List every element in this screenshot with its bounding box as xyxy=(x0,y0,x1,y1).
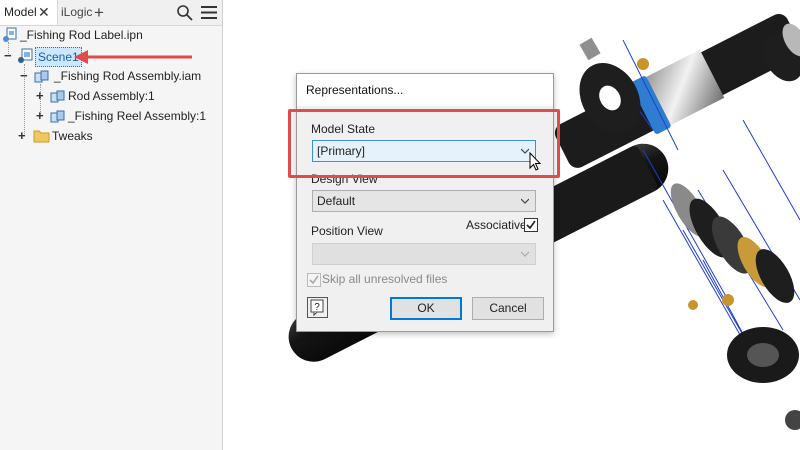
associative-label: Associative xyxy=(466,218,527,232)
collapse-icon[interactable]: − xyxy=(20,67,28,85)
checkmark-icon xyxy=(526,220,536,230)
cancel-button[interactable]: Cancel xyxy=(472,297,544,320)
associative-checkbox[interactable] xyxy=(524,218,538,232)
tab-ilogic-label: iLogic xyxy=(61,5,93,19)
design-view-value: Default xyxy=(317,194,356,208)
tree-item-reel-assembly-label: _Fishing Reel Assembly:1 xyxy=(68,109,207,123)
tree-item-tweaks-label: Tweaks xyxy=(52,129,93,143)
model-browser-panel: Model ✕ iLogic + _Fishing Rod Label.ipn … xyxy=(0,0,223,450)
tree-item-assembly-label: _Fishing Rod Assembly.iam xyxy=(54,69,202,83)
scene-icon xyxy=(18,48,33,63)
tab-ilogic[interactable]: iLogic xyxy=(58,0,92,25)
tab-model[interactable]: Model ✕ xyxy=(0,0,58,25)
checkmark-icon xyxy=(309,275,319,285)
assembly-icon xyxy=(50,110,65,123)
search-icon[interactable] xyxy=(176,4,193,21)
expand-icon[interactable]: + xyxy=(36,107,44,125)
add-tab-icon[interactable]: + xyxy=(94,0,104,25)
close-icon[interactable]: ✕ xyxy=(38,0,50,25)
assembly-icon xyxy=(50,90,65,103)
help-icon: ? xyxy=(310,299,324,317)
annotation-highlight-box xyxy=(288,109,560,178)
folder-icon xyxy=(33,130,50,143)
tree-item-rod-assembly-label: Rod Assembly:1 xyxy=(68,89,155,103)
collapse-icon[interactable]: − xyxy=(4,47,12,65)
ok-button[interactable]: OK xyxy=(390,297,462,320)
svg-text:?: ? xyxy=(314,302,320,313)
tab-model-label: Model xyxy=(4,5,37,19)
skip-unresolved-label: Skip all unresolved files xyxy=(322,272,448,286)
dialog-title: Representations... xyxy=(306,83,404,97)
expand-icon[interactable]: + xyxy=(36,87,44,105)
skip-unresolved-checkbox[interactable] xyxy=(307,273,321,287)
presentation-file-icon xyxy=(3,27,17,42)
position-view-label: Position View xyxy=(311,224,383,238)
help-button[interactable]: ? xyxy=(307,297,328,318)
annotation-arrow-icon xyxy=(74,50,192,64)
design-view-dropdown[interactable]: Default xyxy=(312,190,536,212)
chevron-down-icon xyxy=(521,198,529,204)
hamburger-menu-icon[interactable] xyxy=(201,5,217,20)
assembly-icon xyxy=(34,70,49,83)
chevron-down-icon xyxy=(521,251,529,257)
position-view-dropdown[interactable] xyxy=(312,243,536,265)
tree-item-root-label: _Fishing Rod Label.ipn xyxy=(20,28,143,42)
expand-icon[interactable]: + xyxy=(18,127,26,145)
browser-tab-bar: Model ✕ iLogic + xyxy=(0,0,222,26)
dialog-title-bar[interactable]: Representations... xyxy=(297,74,553,106)
